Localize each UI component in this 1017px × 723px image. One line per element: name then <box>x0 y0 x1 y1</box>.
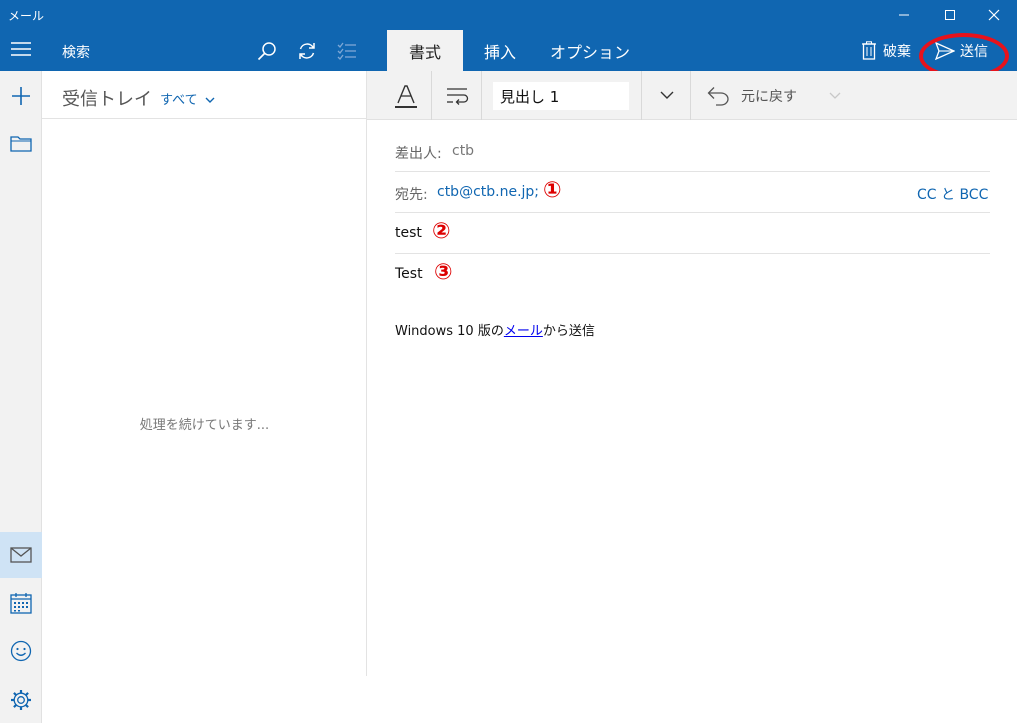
minimize-button[interactable] <box>881 0 927 30</box>
tab-insert[interactable]: 挿入 <box>471 30 529 71</box>
tab-options[interactable]: オプション <box>549 30 631 71</box>
style-dropdown-button[interactable] <box>647 71 687 120</box>
hamburger-menu-button[interactable] <box>0 28 42 69</box>
search-icon <box>257 42 276 61</box>
ribbon-divider <box>641 71 642 120</box>
hamburger-menu-icon <box>11 41 31 56</box>
navigation-rail <box>0 30 42 723</box>
format-ribbon: 見出し 1 元に戻す <box>367 71 1017 120</box>
compose-tab-bar: 書式 挿入 オプション 破棄 送信 <box>367 30 1017 71</box>
annotation-marker-3: ③ <box>434 260 453 285</box>
subject-field[interactable]: test ② <box>395 213 990 254</box>
mail-app-window: メール 検索 受信トレイ すべて 処理を続けています... 書式 挿入 オプショ… <box>0 0 1017 723</box>
subject-value[interactable]: test <box>395 225 422 241</box>
new-mail-button[interactable] <box>0 73 42 119</box>
folder-icon <box>10 136 32 152</box>
message-list-pane: 検索 受信トレイ すべて 処理を続けています... <box>42 30 367 676</box>
to-label: 宛先: <box>395 187 428 203</box>
redo-dropdown-button[interactable] <box>823 71 847 120</box>
undo-button[interactable] <box>703 71 733 120</box>
feedback-button[interactable] <box>0 628 42 674</box>
ribbon-divider <box>431 71 432 120</box>
maximize-icon <box>945 10 955 20</box>
compose-pane: 書式 挿入 オプション 破棄 送信 見出し 1 元に戻す 差出人: ctb 宛先… <box>367 30 1017 723</box>
to-field: 宛先: ctb@ctb.ne.jp; ① CC と BCC <box>395 172 990 213</box>
paragraph-icon <box>447 87 469 105</box>
sync-button[interactable] <box>294 38 320 64</box>
style-select[interactable]: 見出し 1 <box>493 82 629 110</box>
signature-link[interactable]: メール <box>504 324 543 339</box>
trash-icon <box>862 41 876 60</box>
filter-dropdown[interactable]: すべて <box>160 89 215 108</box>
chevron-down-icon <box>660 91 674 99</box>
folders-button[interactable] <box>0 120 42 166</box>
from-label: 差出人: <box>395 146 442 162</box>
rail-header <box>0 30 42 71</box>
font-color-icon <box>395 84 417 108</box>
emoji-icon <box>10 640 32 662</box>
discard-label: 破棄 <box>883 43 911 60</box>
close-icon <box>988 9 1000 21</box>
body-field[interactable]: Test ③ <box>395 254 990 295</box>
chevron-down-icon <box>205 97 215 103</box>
search-bar: 検索 <box>42 30 367 71</box>
annotation-marker-1: ① <box>543 178 562 203</box>
annotation-marker-2: ② <box>432 219 451 244</box>
close-button[interactable] <box>971 0 1017 30</box>
calendar-nav-button[interactable] <box>0 580 42 626</box>
send-button[interactable]: 送信 <box>935 30 988 71</box>
paragraph-format-button[interactable] <box>437 71 477 120</box>
tab-format[interactable]: 書式 <box>387 30 463 71</box>
inbox-title: 受信トレイ <box>62 89 152 110</box>
discard-button[interactable]: 破棄 <box>861 30 911 71</box>
calendar-icon <box>10 593 32 614</box>
new-mail-icon <box>12 87 30 105</box>
cc-bcc-link[interactable]: CC と BCC <box>917 184 988 204</box>
signature-prefix: Windows 10 版の <box>395 324 504 339</box>
ribbon-divider <box>690 71 691 120</box>
undo-icon <box>707 86 729 106</box>
signature: Windows 10 版のメールから送信 <box>395 320 595 339</box>
send-label: 送信 <box>960 43 988 60</box>
signature-suffix: から送信 <box>542 324 595 339</box>
maximize-button[interactable] <box>927 0 973 30</box>
chevron-down-icon <box>829 92 841 99</box>
send-icon <box>935 41 955 60</box>
processing-status: 処理を続けています... <box>139 418 270 433</box>
window-title: メール <box>8 9 45 23</box>
list-header: 受信トレイ すべて <box>42 71 367 119</box>
mail-icon <box>10 547 32 563</box>
filter-label: すべて <box>160 93 198 108</box>
settings-icon <box>11 690 31 710</box>
from-field: 差出人: ctb <box>395 131 990 172</box>
checklist-icon <box>337 42 356 60</box>
sync-icon <box>299 43 315 59</box>
title-bar: メール <box>0 0 1017 30</box>
search-input[interactable]: 検索 <box>62 42 90 62</box>
selection-mode-button[interactable] <box>334 38 360 64</box>
undo-label: 元に戻す <box>741 89 797 105</box>
ribbon-divider <box>481 71 482 120</box>
minimize-icon <box>899 14 909 16</box>
settings-button[interactable] <box>0 677 42 723</box>
mail-nav-button[interactable] <box>0 532 42 578</box>
to-recipient[interactable]: ctb@ctb.ne.jp; <box>437 184 539 200</box>
font-format-button[interactable] <box>387 71 425 120</box>
body-text[interactable]: Test <box>395 266 423 282</box>
search-button[interactable] <box>254 38 280 64</box>
from-value[interactable]: ctb <box>452 143 474 159</box>
